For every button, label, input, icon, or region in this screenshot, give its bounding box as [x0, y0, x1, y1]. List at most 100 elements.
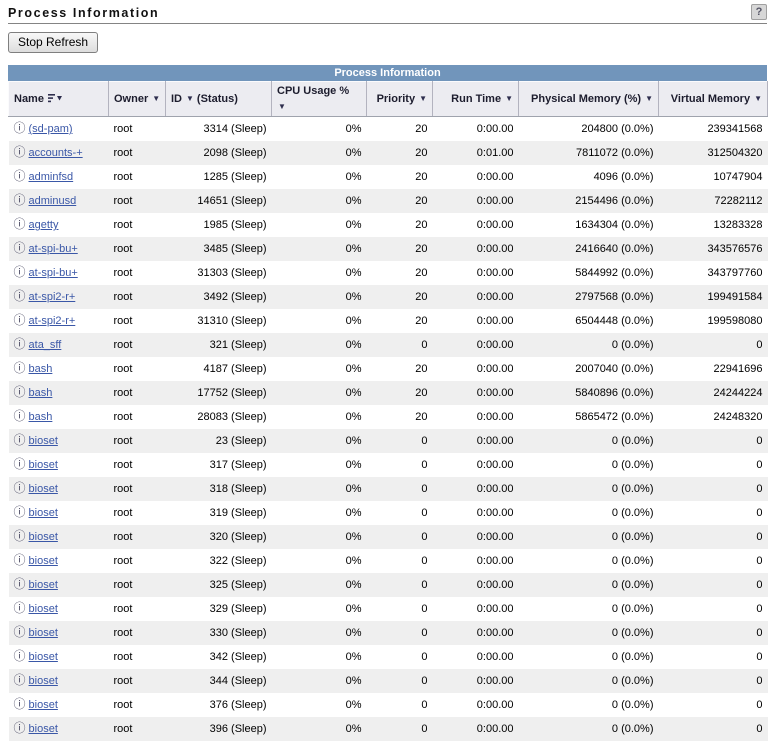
- info-icon[interactable]: ⓘ: [14, 265, 26, 279]
- cell-virt_mem: 10747904: [659, 165, 768, 189]
- cell-priority: 0: [367, 501, 433, 525]
- info-icon[interactable]: ⓘ: [14, 625, 26, 639]
- cell-phys_mem: 2797568 (0.0%): [519, 285, 659, 309]
- info-icon[interactable]: ⓘ: [14, 409, 26, 423]
- cell-cpu: 0%: [272, 261, 367, 285]
- column-header-run_time[interactable]: Run Time▼: [433, 82, 519, 117]
- process-name-link[interactable]: bioset: [29, 675, 58, 687]
- cell-owner: root: [109, 141, 166, 165]
- column-header-owner[interactable]: Owner ▼: [109, 82, 166, 117]
- info-icon[interactable]: ⓘ: [14, 457, 26, 471]
- column-header-id_status[interactable]: ID▼(Status): [166, 82, 272, 117]
- cell-virt_mem: 0: [659, 549, 768, 573]
- column-header-name[interactable]: Name: [9, 82, 109, 117]
- process-name-link[interactable]: bioset: [29, 723, 58, 735]
- info-icon[interactable]: ⓘ: [14, 121, 26, 135]
- cell-name: ⓘat-spi2-r+: [9, 285, 109, 309]
- process-row: ⓘadminusdroot14651 (Sleep)0%200:00.00215…: [9, 189, 768, 213]
- info-icon[interactable]: ⓘ: [14, 385, 26, 399]
- info-icon[interactable]: ⓘ: [14, 433, 26, 447]
- process-name-link[interactable]: bioset: [29, 507, 58, 519]
- cell-id_status: 396 (Sleep): [166, 717, 272, 741]
- sort-active-icon[interactable]: [48, 93, 62, 105]
- info-icon[interactable]: ⓘ: [14, 601, 26, 615]
- info-icon[interactable]: ⓘ: [14, 361, 26, 375]
- info-icon[interactable]: ⓘ: [14, 337, 26, 351]
- process-name-link[interactable]: at-spi-bu+: [29, 267, 78, 279]
- process-name-link[interactable]: bioset: [29, 555, 58, 567]
- process-name-link[interactable]: adminfsd: [29, 171, 74, 183]
- cell-name: ⓘbash: [9, 381, 109, 405]
- cell-owner: root: [109, 237, 166, 261]
- process-name-link[interactable]: (sd-pam): [29, 123, 73, 135]
- process-name-link[interactable]: ata_sff: [29, 339, 62, 351]
- cell-virt_mem: 0: [659, 453, 768, 477]
- column-header-priority[interactable]: Priority▼: [367, 82, 433, 117]
- column-header-phys_mem[interactable]: Physical Memory (%)▼: [519, 82, 659, 117]
- process-row: ⓘbashroot17752 (Sleep)0%200:00.005840896…: [9, 381, 768, 405]
- process-name-link[interactable]: agetty: [29, 219, 59, 231]
- cell-owner: root: [109, 429, 166, 453]
- sort-desc-icon[interactable]: ▼: [186, 94, 194, 103]
- process-name-link[interactable]: bash: [29, 363, 53, 375]
- process-name-link[interactable]: bioset: [29, 435, 58, 447]
- info-icon[interactable]: ⓘ: [14, 649, 26, 663]
- process-name-link[interactable]: at-spi-bu+: [29, 243, 78, 255]
- cell-phys_mem: 5840896 (0.0%): [519, 381, 659, 405]
- column-header-cpu[interactable]: CPU Usage %▼: [272, 82, 367, 117]
- process-name-link[interactable]: bash: [29, 411, 53, 423]
- stop-refresh-button[interactable]: Stop Refresh: [8, 32, 98, 53]
- info-icon[interactable]: ⓘ: [14, 217, 26, 231]
- sort-desc-icon[interactable]: ▼: [645, 94, 653, 103]
- info-icon[interactable]: ⓘ: [14, 577, 26, 591]
- cell-phys_mem: 5844992 (0.0%): [519, 261, 659, 285]
- process-name-link[interactable]: at-spi2-r+: [29, 315, 76, 327]
- process-name-link[interactable]: at-spi2-r+: [29, 291, 76, 303]
- info-icon[interactable]: ⓘ: [14, 721, 26, 735]
- process-name-link[interactable]: bioset: [29, 531, 58, 543]
- info-icon[interactable]: ⓘ: [14, 145, 26, 159]
- cell-owner: root: [109, 597, 166, 621]
- process-name-link[interactable]: bioset: [29, 579, 58, 591]
- info-icon[interactable]: ⓘ: [14, 673, 26, 687]
- process-name-link[interactable]: bioset: [29, 651, 58, 663]
- info-icon[interactable]: ⓘ: [14, 529, 26, 543]
- sort-desc-icon[interactable]: ▼: [419, 94, 427, 103]
- cell-owner: root: [109, 405, 166, 429]
- info-icon[interactable]: ⓘ: [14, 313, 26, 327]
- sort-desc-icon[interactable]: ▼: [152, 94, 160, 103]
- process-name-link[interactable]: bioset: [29, 459, 58, 471]
- info-icon[interactable]: ⓘ: [14, 241, 26, 255]
- info-icon[interactable]: ⓘ: [14, 169, 26, 183]
- process-name-link[interactable]: bioset: [29, 699, 58, 711]
- cell-priority: 0: [367, 453, 433, 477]
- info-icon[interactable]: ⓘ: [14, 481, 26, 495]
- cell-run_time: 0:00.00: [433, 717, 519, 741]
- cell-priority: 0: [367, 549, 433, 573]
- info-icon[interactable]: ⓘ: [14, 289, 26, 303]
- cell-id_status: 14651 (Sleep): [166, 189, 272, 213]
- cell-run_time: 0:00.00: [433, 165, 519, 189]
- cell-cpu: 0%: [272, 693, 367, 717]
- column-header-virt_mem[interactable]: Virtual Memory▼: [659, 82, 768, 117]
- cell-owner: root: [109, 117, 166, 142]
- cell-cpu: 0%: [272, 573, 367, 597]
- cell-run_time: 0:00.00: [433, 117, 519, 142]
- process-name-link[interactable]: bioset: [29, 627, 58, 639]
- process-name-link[interactable]: bash: [29, 387, 53, 399]
- info-icon[interactable]: ⓘ: [14, 553, 26, 567]
- sort-desc-icon[interactable]: ▼: [278, 100, 361, 113]
- help-icon[interactable]: ?: [751, 4, 767, 20]
- sort-desc-icon[interactable]: ▼: [754, 94, 762, 103]
- cell-phys_mem: 0 (0.0%): [519, 477, 659, 501]
- process-name-link[interactable]: bioset: [29, 483, 58, 495]
- process-name-link[interactable]: adminusd: [29, 195, 77, 207]
- column-label: Owner: [114, 93, 148, 105]
- info-icon[interactable]: ⓘ: [14, 193, 26, 207]
- process-name-link[interactable]: bioset: [29, 603, 58, 615]
- cell-phys_mem: 7811072 (0.0%): [519, 141, 659, 165]
- process-name-link[interactable]: accounts-+: [29, 147, 83, 159]
- cell-run_time: 0:00.00: [433, 405, 519, 429]
- info-icon[interactable]: ⓘ: [14, 505, 26, 519]
- sort-desc-icon[interactable]: ▼: [505, 94, 513, 103]
